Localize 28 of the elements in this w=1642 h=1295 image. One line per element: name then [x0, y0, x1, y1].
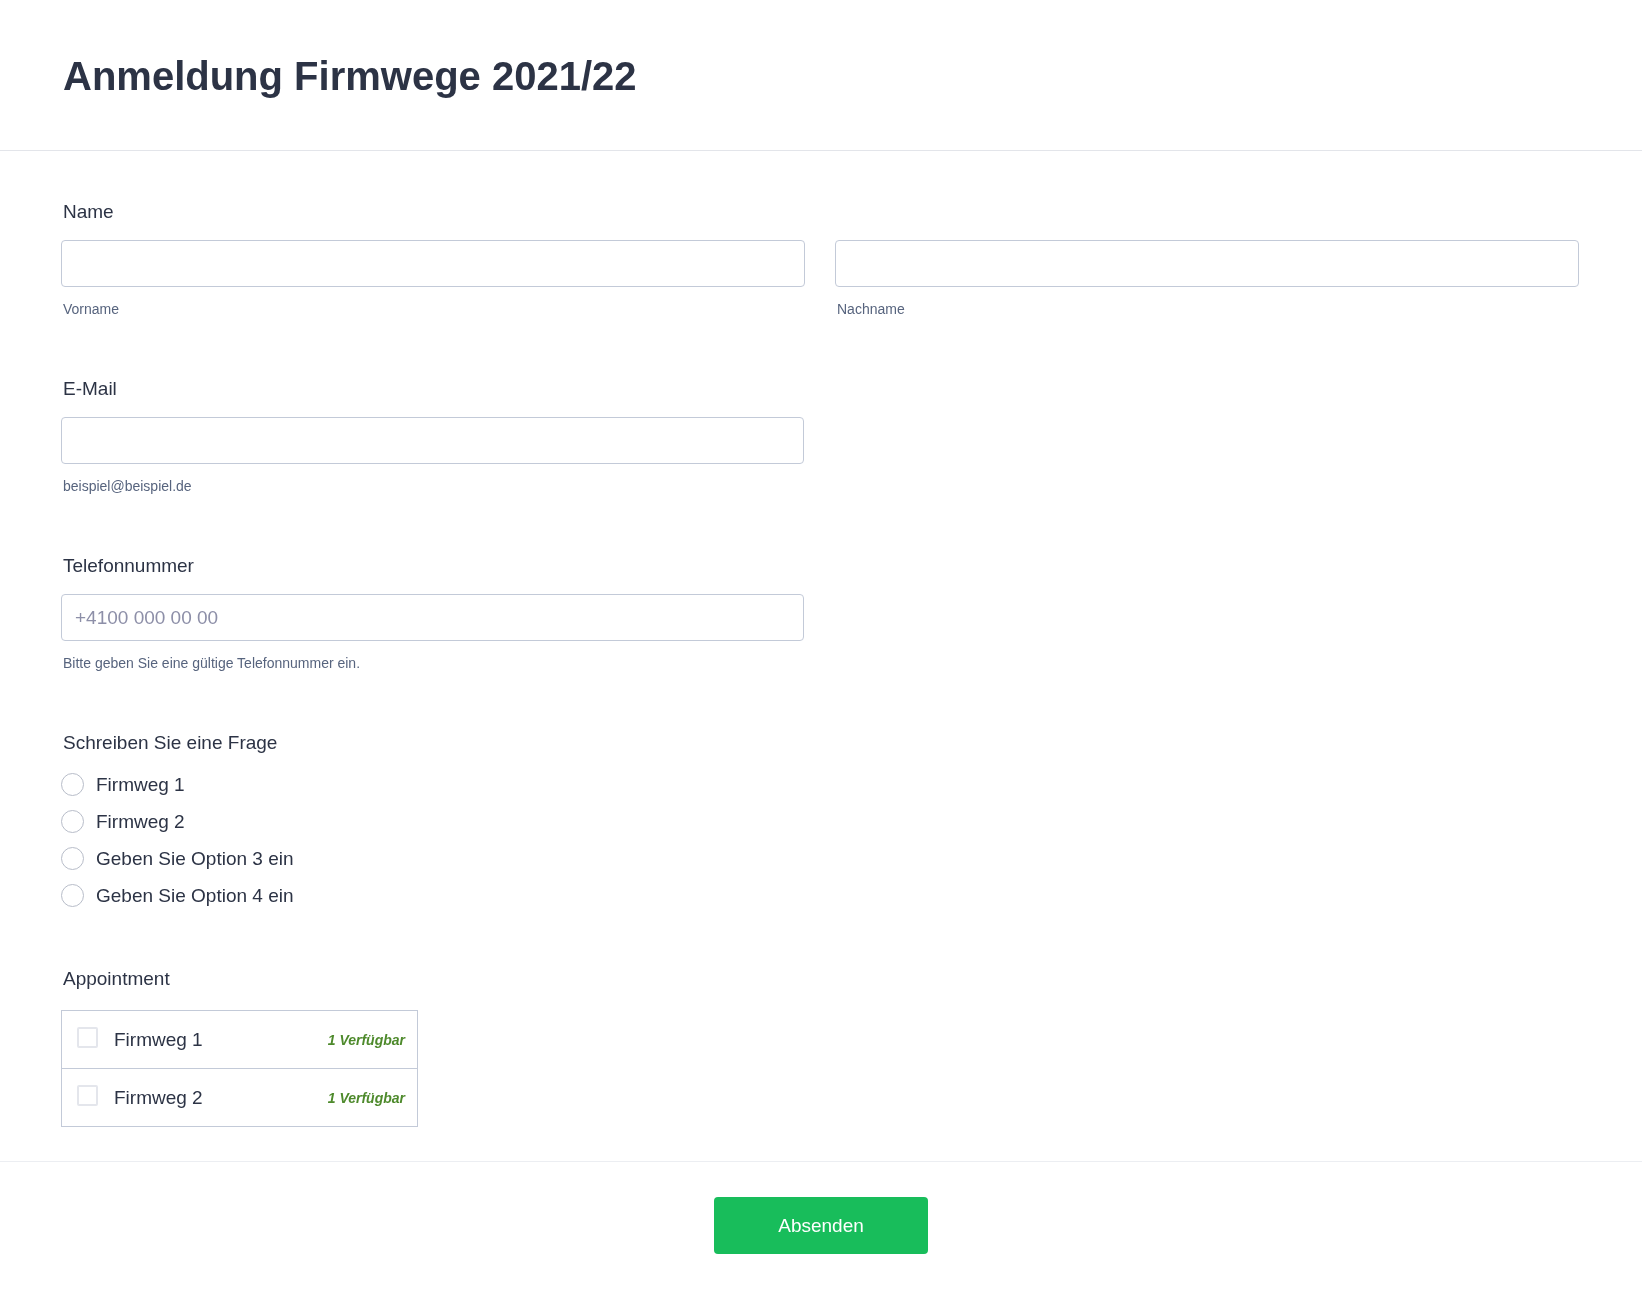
field-label: Name	[63, 201, 114, 223]
radio-button[interactable]	[61, 884, 84, 907]
input-field[interactable]	[835, 240, 1579, 287]
input-field[interactable]	[61, 240, 805, 287]
field-hint: Nachname	[837, 301, 905, 318]
radio-button[interactable]	[61, 847, 84, 870]
field-label: E-Mail	[63, 378, 117, 400]
field-label: Telefonnummer	[63, 555, 194, 577]
field-label: Schreiben Sie eine Frage	[63, 732, 278, 754]
availability-label: 1 Verfügbar	[327, 1031, 405, 1048]
option-label[interactable]: Geben Sie Option 3 ein	[96, 847, 294, 870]
field-label: Appointment	[63, 968, 170, 990]
field-hint: Vorname	[63, 301, 120, 318]
radio-button[interactable]	[61, 810, 84, 833]
slot-label[interactable]: Firmweg 1	[114, 1028, 328, 1051]
radio-button[interactable]	[61, 773, 84, 796]
input-field[interactable]	[61, 417, 804, 464]
slot-label[interactable]: Firmweg 2	[114, 1086, 328, 1109]
availability-label: 1 Verfügbar	[327, 1089, 405, 1106]
field-hint: beispiel@beispiel.de	[63, 478, 192, 495]
option-label[interactable]: Firmweg 2	[96, 810, 185, 833]
field-hint: Bitte geben Sie eine gültige Telefonnummer ein.	[63, 655, 361, 672]
input-field[interactable]: +4100 000 00 00	[61, 594, 804, 641]
option-label[interactable]: Firmweg 1	[96, 773, 185, 796]
checkbox[interactable]	[77, 1027, 98, 1048]
form-title: Anmeldung Firmwege 2021/22	[63, 53, 638, 100]
checkbox[interactable]	[77, 1085, 98, 1106]
option-label[interactable]: Geben Sie Option 4 ein	[96, 884, 294, 907]
